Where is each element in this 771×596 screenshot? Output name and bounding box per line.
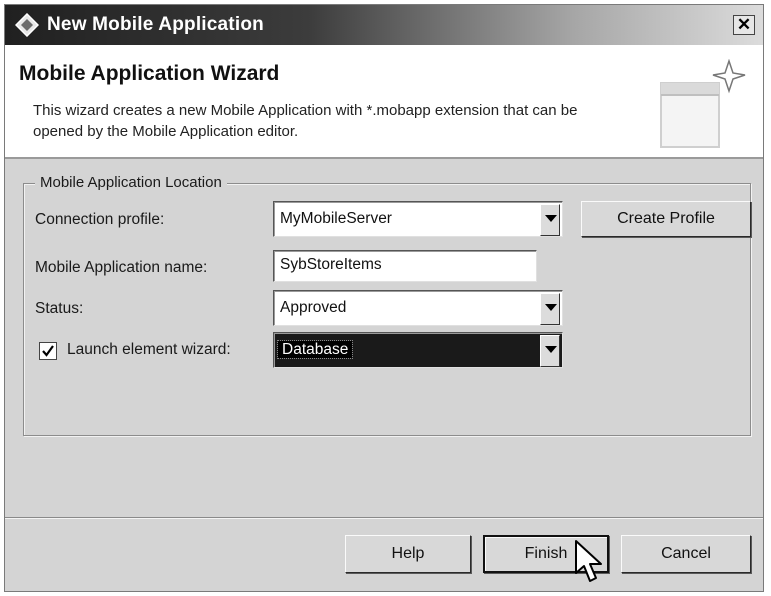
help-button[interactable]: Help: [345, 535, 471, 573]
status-value: Approved: [280, 299, 347, 316]
create-profile-button[interactable]: Create Profile: [581, 201, 751, 237]
page-title: Mobile Application Wizard: [19, 62, 280, 85]
page-description: This wizard creates a new Mobile Applica…: [33, 102, 578, 140]
launch-wizard-dropdown-button[interactable]: [540, 335, 560, 367]
app-name-value: SybStoreItems: [280, 256, 382, 273]
launch-wizard-select[interactable]: Database: [273, 332, 563, 368]
wizard-dialog: New Mobile Application ✕ Mobile Applicat…: [4, 4, 764, 592]
footer-separator: [5, 517, 763, 519]
chevron-down-icon: [545, 304, 557, 311]
cancel-button[interactable]: Cancel: [621, 535, 751, 573]
app-name-label: Mobile Application name:: [35, 259, 208, 276]
diamond-icon: [15, 13, 39, 37]
connection-profile-select[interactable]: MyMobileServer: [273, 201, 563, 237]
launch-wizard-label: Launch element wizard:: [67, 341, 231, 358]
window-title: New Mobile Application: [47, 14, 264, 35]
wizard-header: Mobile Application Wizard This wizard cr…: [5, 45, 763, 159]
connection-profile-dropdown-button[interactable]: [540, 204, 560, 236]
new-window-icon: [660, 59, 746, 148]
status-label: Status:: [35, 300, 84, 317]
app-name-input[interactable]: SybStoreItems: [273, 250, 537, 282]
launch-wizard-value: Database: [276, 340, 354, 359]
title-bar[interactable]: New Mobile Application ✕: [5, 5, 763, 45]
group-legend: Mobile Application Location: [35, 174, 227, 191]
connection-profile-label: Connection profile:: [35, 211, 165, 228]
launch-wizard-checkbox[interactable]: [39, 342, 57, 360]
status-select[interactable]: Approved: [273, 290, 563, 326]
chevron-down-icon: [545, 215, 557, 222]
close-button[interactable]: ✕: [733, 15, 755, 35]
chevron-down-icon: [545, 346, 557, 353]
close-icon: ✕: [736, 15, 752, 34]
status-dropdown-button[interactable]: [540, 293, 560, 325]
connection-profile-value: MyMobileServer: [280, 210, 392, 227]
checkmark-icon: [42, 345, 54, 357]
mouse-pointer-icon: [575, 540, 602, 582]
